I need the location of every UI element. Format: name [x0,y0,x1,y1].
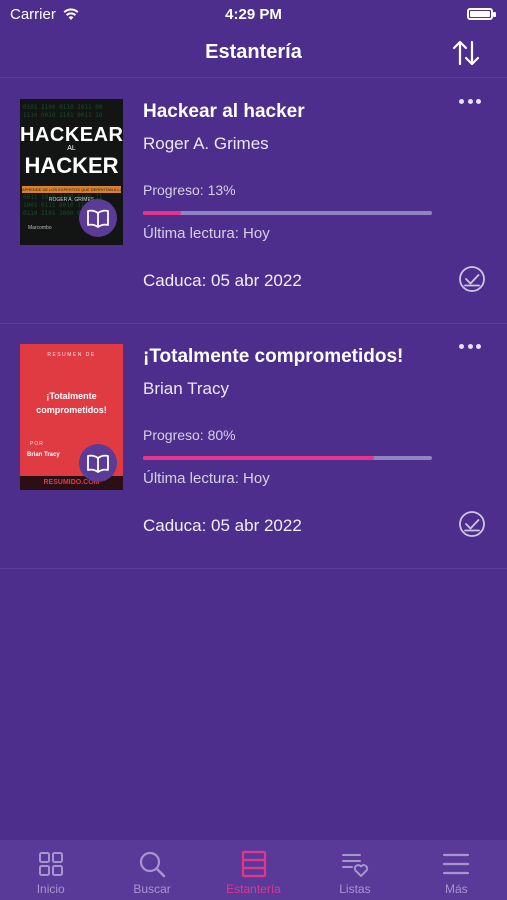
progress-label: Progreso: 80% [143,427,236,443]
tab-label: Listas [339,882,371,896]
book-author: Roger A. Grimes [143,134,269,153]
cover-publisher: Marcombo [28,225,52,231]
cover-por-label: POR [30,441,44,447]
tab-buscar[interactable]: Buscar [101,840,202,900]
dot [459,343,464,349]
list-heart-icon [341,854,369,877]
nav-bar: Estantería [0,28,507,78]
dot [467,343,473,349]
cover-band: APRENDE DE LOS EXPERTOS QUE DERROTAN A L… [22,186,121,193]
tab-mas[interactable]: Más [406,840,507,900]
search-icon [140,851,166,878]
book-title[interactable]: ¡Totalmente comprometidos! [143,346,403,368]
svg-text:0101 1100 0110 1011 00: 0101 1100 0110 1011 00 [23,104,103,111]
book-title[interactable]: Hackear al hacker [143,101,305,123]
book-card[interactable]: 0101 1100 0110 1011 00 1110 0010 1101 00… [0,79,507,324]
tab-bar: Inicio Buscar Estantería Listas Más [0,840,507,900]
tab-inicio[interactable]: Inicio [0,840,101,900]
progress-bar [143,456,432,460]
tab-estanteria[interactable]: Estantería [203,840,304,900]
progress-fill [143,211,181,215]
dot [476,98,481,104]
dot [467,98,473,104]
tab-label: Más [444,882,468,896]
carrier-label: Carrier [10,5,56,23]
dot [459,98,464,104]
cover-title-line-1: HACKEAR [20,124,123,146]
book-card[interactable]: RESUMEN DE ¡Totalmente comprometidos! PO… [0,324,507,569]
svg-text:1110 0010 1101 0011 10: 1110 0010 1101 0011 10 [23,112,103,119]
menu-icon [443,853,470,875]
status-bar: Carrier 4:29 PM [0,0,507,28]
cover-title-line-2: comprometidos! [36,405,107,415]
book-open-icon [87,454,109,473]
expiry-label: Caduca: 05 abr 2022 [143,271,302,290]
book-open-icon [87,209,109,228]
cover-title-line-3: HACKER [24,153,119,178]
grid-icon [38,852,63,876]
status-left: Carrier [10,6,80,23]
page-title: Estantería [205,41,302,63]
more-options-button[interactable] [456,338,484,354]
cover-author: Brian Tracy [27,452,60,458]
cover-title-line-2: AL [67,145,76,152]
shelf-icon [241,850,266,878]
open-book-button[interactable] [79,444,117,482]
wifi-icon [63,8,79,20]
cover-top-label: RESUMEN DE [47,352,96,358]
progress-label: Progreso: 13% [143,182,236,198]
check-circle-icon[interactable] [457,264,487,294]
more-options-button[interactable] [456,93,484,109]
tab-label: Estantería [226,882,281,896]
progress-fill [143,456,375,460]
sort-arrows-icon[interactable] [451,38,481,68]
tab-listas[interactable]: Listas [304,840,405,900]
check-circle-icon[interactable] [457,509,487,539]
battery-icon [467,8,496,20]
book-author: Brian Tracy [143,379,229,398]
last-read-label: Última lectura: Hoy [143,225,270,242]
dot [476,343,481,349]
last-read-label: Última lectura: Hoy [143,470,270,487]
tab-label: Buscar [133,882,171,896]
tab-label: Inicio [36,882,65,896]
expiry-label: Caduca: 05 abr 2022 [143,516,302,535]
open-book-button[interactable] [79,199,117,237]
progress-bar [143,211,432,215]
cover-title-line-1: ¡Totalmente [46,391,97,401]
